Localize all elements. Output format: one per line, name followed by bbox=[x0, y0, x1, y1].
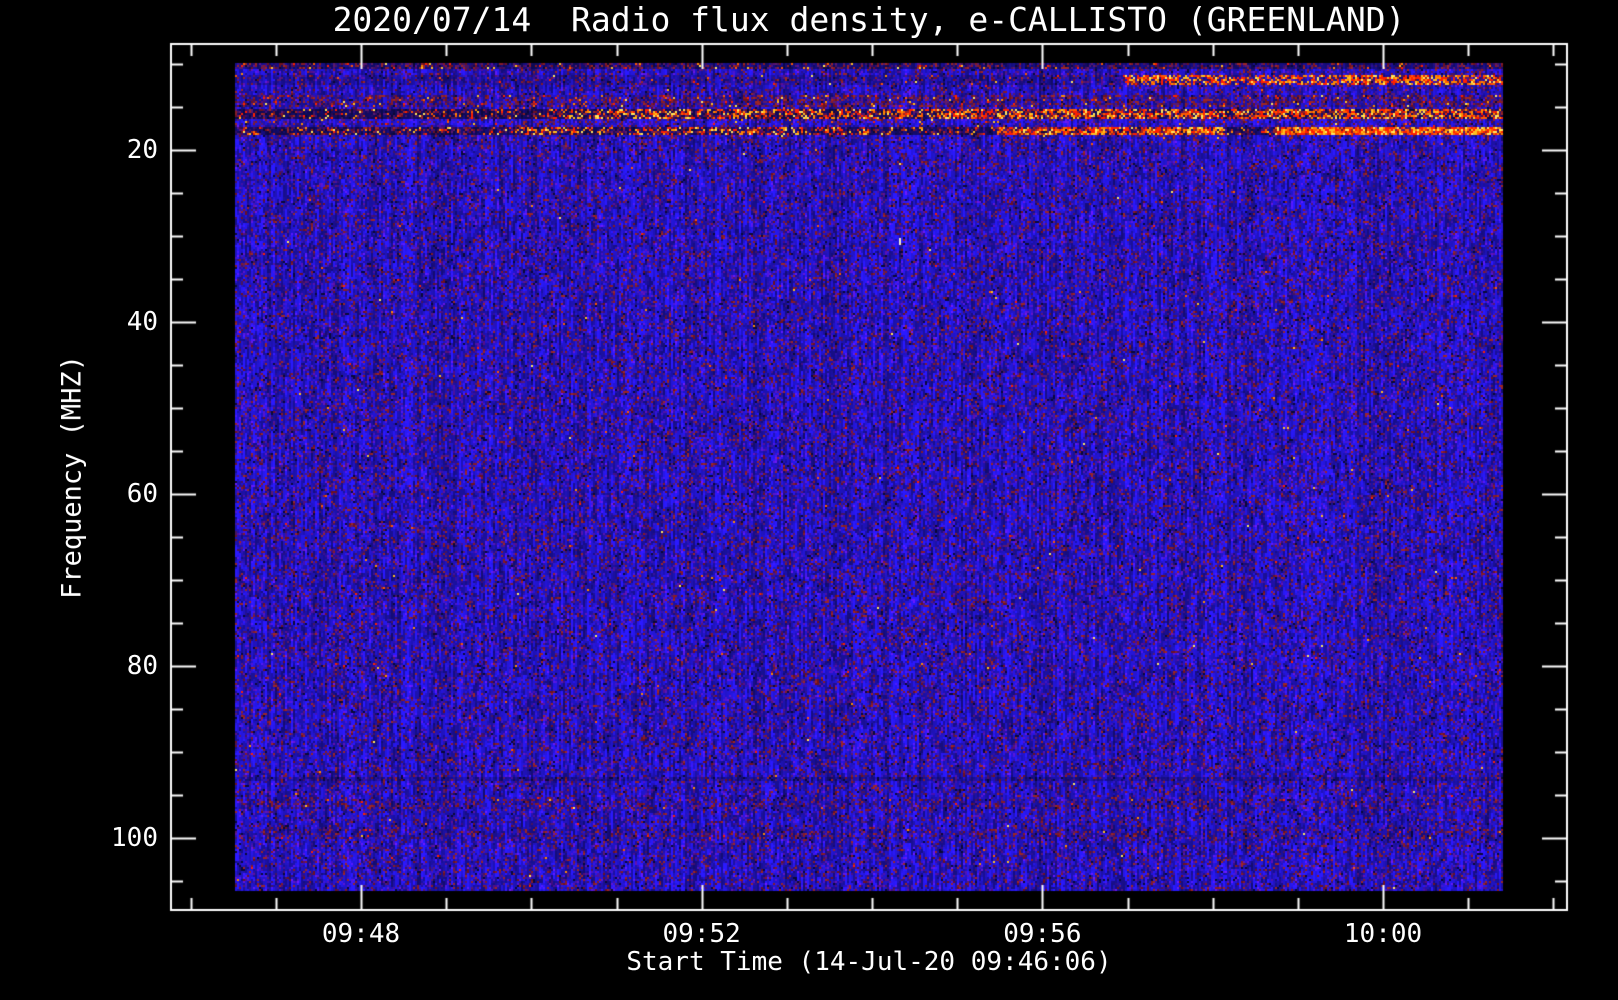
x-tick-label: 10:00 bbox=[1343, 919, 1423, 949]
x-tick-label: 09:48 bbox=[321, 919, 401, 949]
y-tick-label: 40 bbox=[126, 307, 158, 338]
y-tick-label: 100 bbox=[111, 823, 158, 854]
x-tick-label: 09:52 bbox=[662, 919, 741, 949]
y-tick-label: 60 bbox=[126, 479, 158, 510]
chart-title: 2020/07/14 Radio flux density, e-CALLIST… bbox=[332, 0, 1406, 39]
x-tick-label: 09:56 bbox=[1003, 919, 1082, 949]
spectrogram-page: 2020/07/14 Radio flux density, e-CALLIST… bbox=[0, 0, 1618, 1000]
y-tick-label: 20 bbox=[126, 135, 158, 166]
y-tick-label: 80 bbox=[126, 651, 158, 682]
spectrogram-plot-canvas bbox=[0, 0, 1618, 1000]
y-axis-label: Frequency (MHZ) bbox=[56, 355, 88, 599]
x-axis-label: Start Time (14-Jul-20 09:46:06) bbox=[626, 947, 1112, 977]
